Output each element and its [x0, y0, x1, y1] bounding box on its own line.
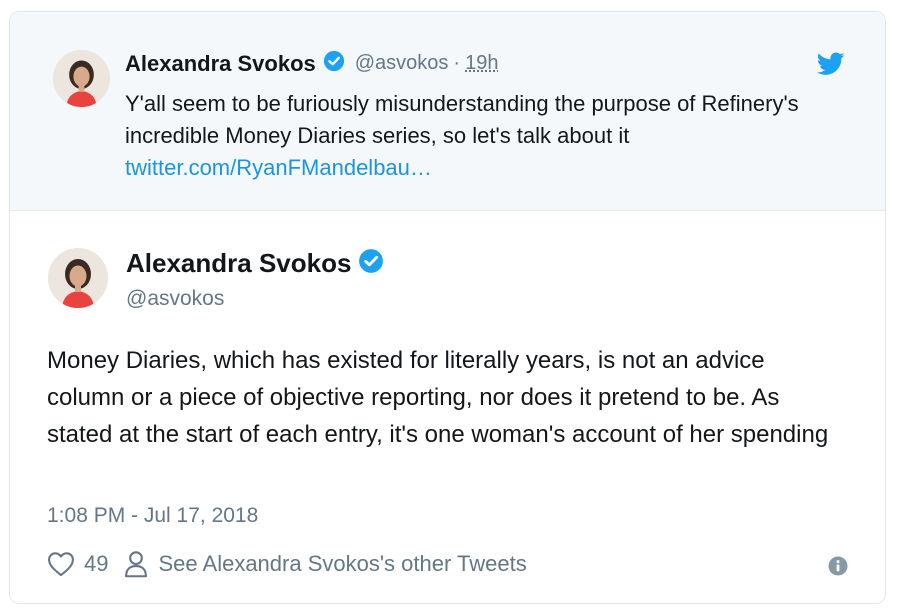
twitter-bird-icon[interactable]: [817, 52, 845, 76]
quoted-tweet-text: Y'all seem to be furiously misunderstand…: [125, 91, 799, 148]
tweet-actions: 49 See Alexandra Svokos's other Tweets: [47, 550, 527, 578]
person-icon: [125, 551, 148, 578]
author-handle[interactable]: @asvokos: [126, 287, 224, 311]
author-name[interactable]: Alexandra Svokos: [126, 248, 351, 279]
info-icon[interactable]: [828, 556, 848, 576]
like-count[interactable]: 49: [84, 551, 108, 577]
author-avatar[interactable]: [48, 248, 108, 308]
verified-badge-icon: [358, 248, 384, 279]
embedded-tweet-card: Alexandra Svokos @asvokos · 19h Y'all se…: [9, 11, 886, 604]
quoted-tweet-link[interactable]: twitter.com/RyanFMandelbau…: [125, 152, 845, 184]
tweet-timestamp[interactable]: 1:08 PM - Jul 17, 2018: [47, 504, 258, 528]
quoted-author-handle[interactable]: @asvokos: [355, 52, 449, 75]
quoted-tweet-body: Y'all seem to be furiously misunderstand…: [125, 88, 845, 184]
quoted-author-avatar[interactable]: [53, 50, 110, 107]
quoted-tweet-header: Alexandra Svokos @asvokos · 19h: [125, 50, 498, 77]
author-name-row: Alexandra Svokos: [126, 248, 384, 279]
quoted-tweet[interactable]: Alexandra Svokos @asvokos · 19h Y'all se…: [10, 12, 885, 211]
tweet-text: Money Diaries, which has existed for lit…: [47, 347, 829, 448]
quoted-author-name[interactable]: Alexandra Svokos: [125, 51, 316, 77]
quoted-tweet-time[interactable]: 19h: [465, 52, 498, 75]
header-separator: ·: [453, 52, 461, 74]
see-other-tweets-link[interactable]: See Alexandra Svokos's other Tweets: [158, 551, 526, 577]
heart-icon[interactable]: [47, 551, 75, 577]
verified-badge-icon: [323, 50, 345, 77]
